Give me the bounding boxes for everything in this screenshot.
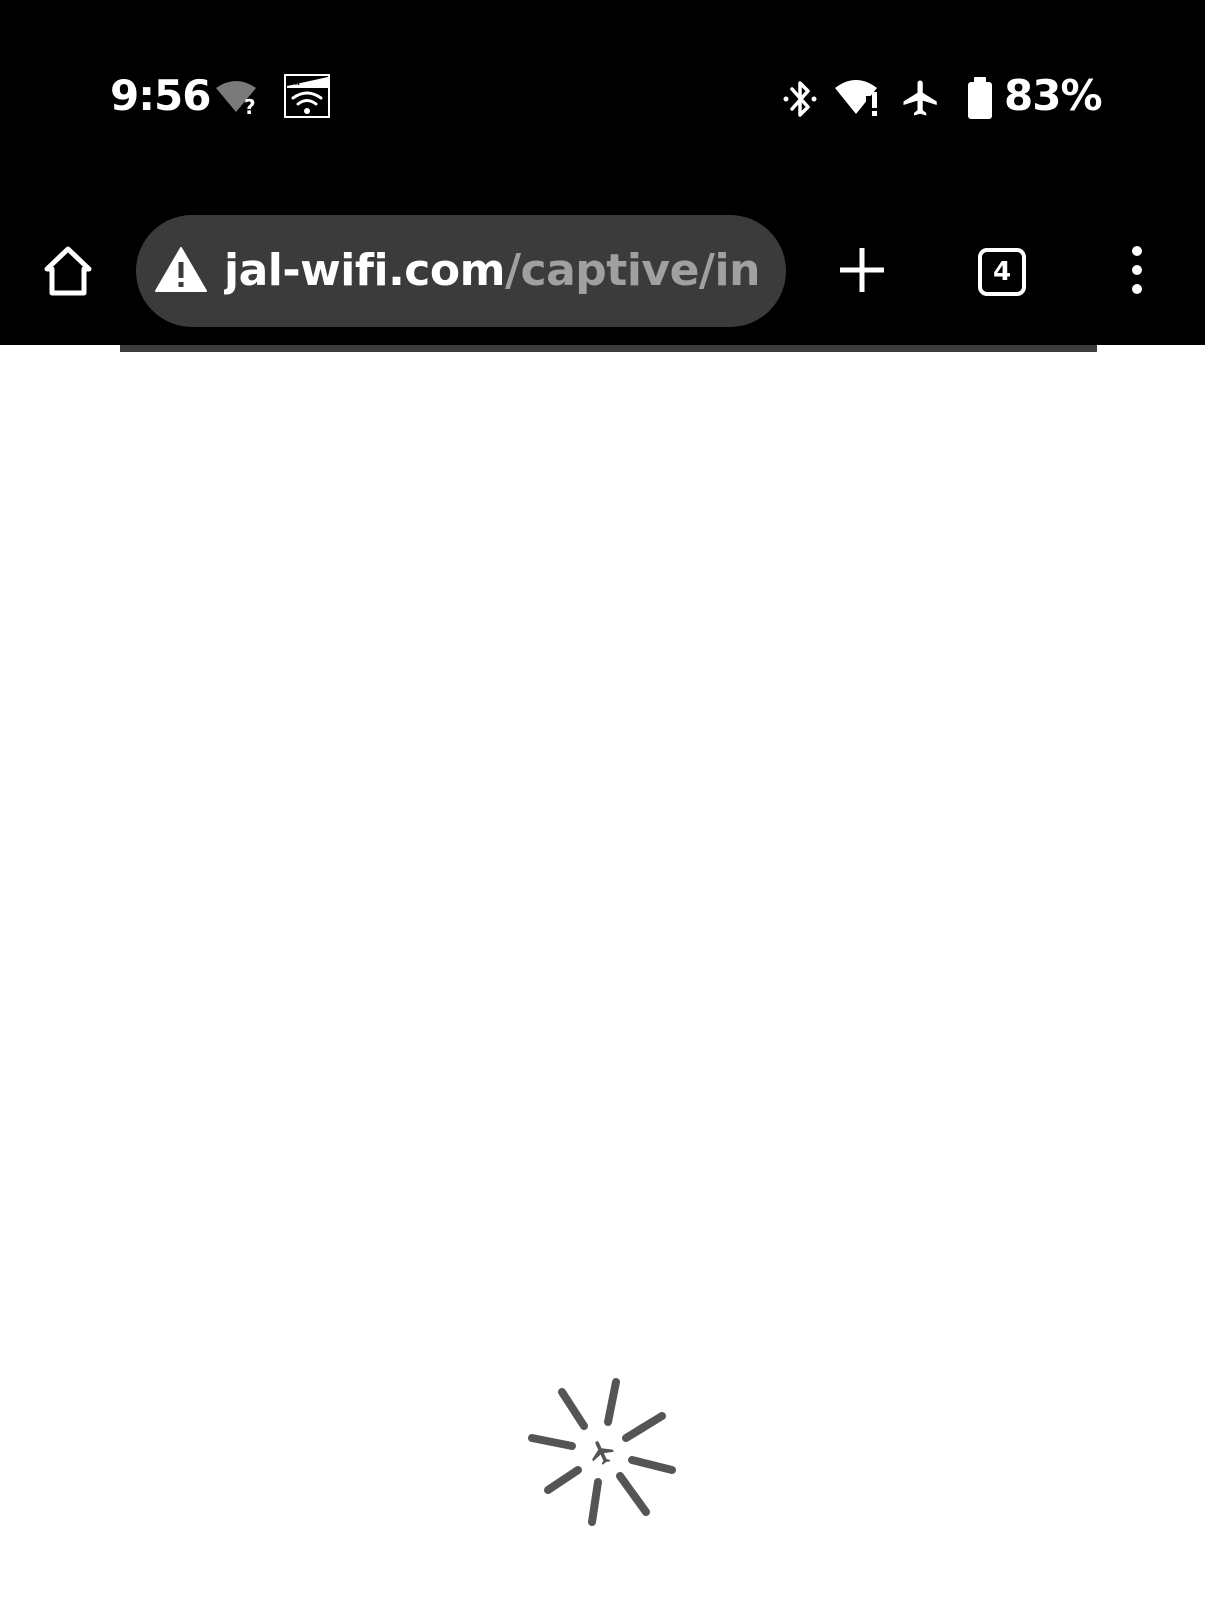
au-wifi-icon: au	[284, 74, 330, 122]
page-load-progress	[0, 345, 1205, 352]
battery-percentage: 83%	[1004, 71, 1103, 120]
status-bar: 9:56 ? au 83%	[0, 0, 1205, 200]
wifi-unknown-icon: ?	[214, 78, 262, 120]
page-load-progress-fill	[120, 345, 1097, 352]
svg-text:au: au	[288, 77, 300, 88]
battery-icon	[966, 76, 994, 124]
home-icon[interactable]	[40, 243, 96, 303]
url-text[interactable]: jal-wifi.com/captive/in	[224, 215, 769, 327]
more-vert-icon[interactable]	[1122, 244, 1152, 300]
airplane-spinner-icon	[520, 1370, 684, 1538]
bluetooth-icon	[782, 78, 818, 124]
tab-switcher-button[interactable]: 4	[978, 248, 1026, 296]
url-path: /captive/in	[504, 245, 760, 296]
wifi-alert-icon	[834, 78, 886, 122]
svg-text:?: ?	[244, 95, 256, 116]
status-time: 9:56	[110, 71, 211, 120]
address-bar[interactable]: jal-wifi.com/captive/in	[136, 215, 786, 327]
warning-icon[interactable]	[154, 245, 208, 299]
airplane-mode-icon	[900, 76, 942, 124]
plus-icon[interactable]	[838, 246, 886, 298]
url-host: jal-wifi.com	[224, 245, 505, 296]
